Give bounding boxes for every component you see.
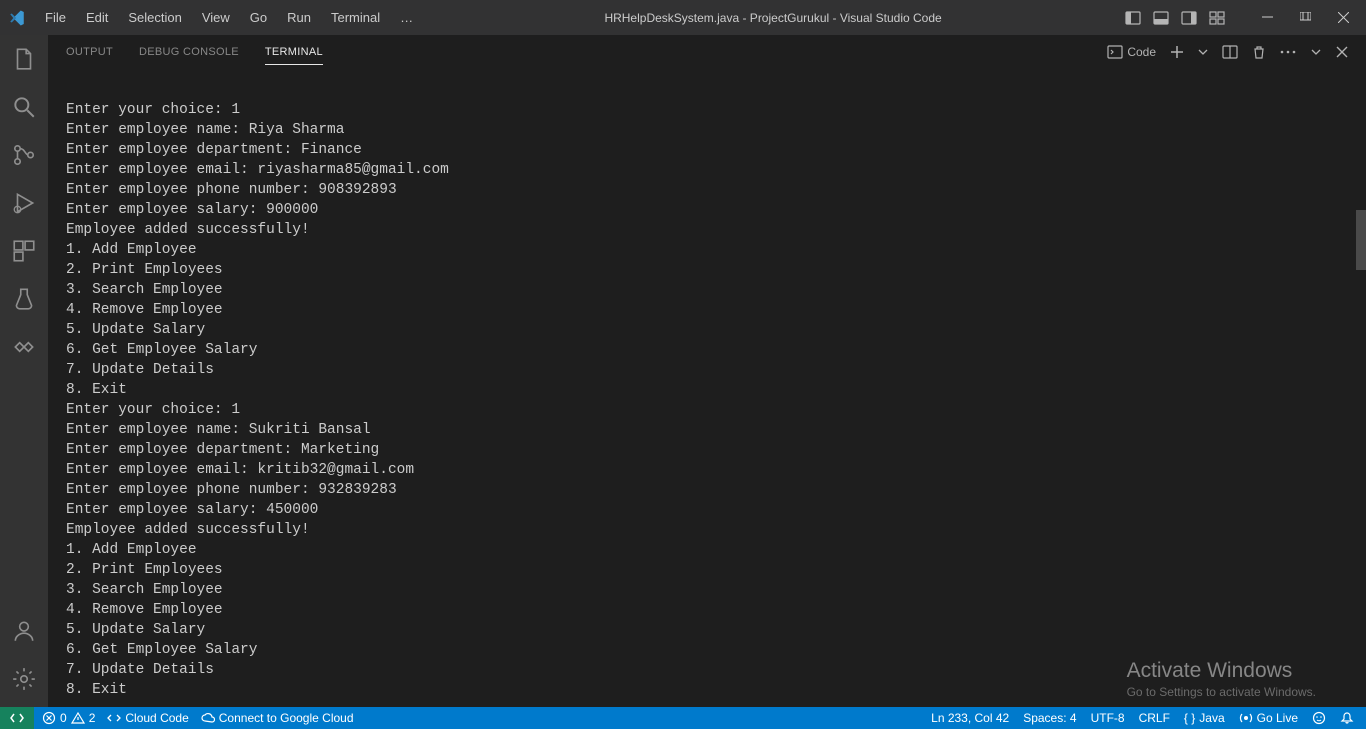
status-notifications-icon[interactable]: [1340, 711, 1354, 725]
layout-sidebar-left-icon[interactable]: [1124, 9, 1142, 27]
main-area: OUTPUT DEBUG CONSOLE TERMINAL Code Enter…: [0, 35, 1366, 707]
status-eol[interactable]: CRLF: [1139, 711, 1170, 725]
menu-view[interactable]: View: [193, 6, 239, 29]
layout-sidebar-right-icon[interactable]: [1180, 9, 1198, 27]
tab-terminal[interactable]: TERMINAL: [265, 40, 323, 65]
error-count: 0: [60, 711, 67, 725]
menu-run[interactable]: Run: [278, 6, 320, 29]
window-close-icon[interactable]: [1328, 3, 1358, 33]
menu-terminal[interactable]: Terminal: [322, 6, 389, 29]
explorer-icon[interactable]: [10, 45, 38, 73]
menu-go[interactable]: Go: [241, 6, 276, 29]
tab-output[interactable]: OUTPUT: [66, 40, 113, 64]
testing-icon[interactable]: [10, 285, 38, 313]
editor-area: OUTPUT DEBUG CONSOLE TERMINAL Code Enter…: [48, 35, 1366, 707]
kill-terminal-icon[interactable]: [1252, 45, 1266, 59]
accounts-icon[interactable]: [10, 617, 38, 645]
status-problems[interactable]: 0 2: [42, 711, 95, 725]
menu-selection[interactable]: Selection: [119, 6, 190, 29]
menu-edit[interactable]: Edit: [77, 6, 117, 29]
window-title: HRHelpDeskSystem.java - ProjectGurukul -…: [422, 11, 1124, 25]
scrollbar-thumb[interactable]: [1356, 210, 1366, 270]
panel-actions: Code: [1107, 44, 1348, 60]
cloud-code-label: Cloud Code: [125, 711, 188, 725]
more-actions-icon[interactable]: [1280, 50, 1296, 54]
search-icon[interactable]: [10, 93, 38, 121]
language-label: Java: [1199, 711, 1224, 725]
cloud-icon: [201, 711, 215, 725]
menu-bar: File Edit Selection View Go Run Terminal…: [36, 6, 422, 29]
activity-bar: [0, 35, 48, 707]
customize-layout-icon[interactable]: [1208, 9, 1226, 27]
window-maximize-icon[interactable]: [1290, 3, 1320, 33]
launch-profile-button[interactable]: Code: [1107, 44, 1156, 60]
layout-panel-bottom-icon[interactable]: [1152, 9, 1170, 27]
title-bar: File Edit Selection View Go Run Terminal…: [0, 0, 1366, 35]
split-terminal-icon[interactable]: [1222, 44, 1238, 60]
cloud-code-status-icon: [107, 711, 121, 725]
run-debug-icon[interactable]: [10, 189, 38, 217]
status-cursor-position[interactable]: Ln 233, Col 42: [931, 711, 1009, 725]
status-encoding[interactable]: UTF-8: [1091, 711, 1125, 725]
go-live-label: Go Live: [1257, 711, 1298, 725]
status-go-live[interactable]: Go Live: [1239, 711, 1298, 725]
settings-gear-icon[interactable]: [10, 665, 38, 693]
close-panel-icon[interactable]: [1336, 46, 1348, 58]
broadcast-icon: [1239, 711, 1253, 725]
terminal-content[interactable]: Enter your choice: 1 Enter employee name…: [48, 70, 1366, 707]
terminal-dropdown-icon[interactable]: [1198, 47, 1208, 57]
braces-icon: { }: [1184, 711, 1195, 725]
menu-file[interactable]: File: [36, 6, 75, 29]
window-controls: [1124, 3, 1358, 33]
status-indentation[interactable]: Spaces: 4: [1023, 711, 1076, 725]
panel-tabs: OUTPUT DEBUG CONSOLE TERMINAL Code: [48, 35, 1366, 70]
cloud-code-icon[interactable]: [10, 333, 38, 361]
status-language-mode[interactable]: { } Java: [1184, 711, 1225, 725]
menu-more[interactable]: …: [391, 6, 422, 29]
vscode-logo-icon: [8, 9, 26, 27]
new-terminal-icon[interactable]: [1170, 45, 1184, 59]
launch-profile-label: Code: [1127, 45, 1156, 59]
extensions-icon[interactable]: [10, 237, 38, 265]
window-minimize-icon[interactable]: [1252, 3, 1282, 33]
status-bar: 0 2 Cloud Code Connect to Google Cloud L…: [0, 707, 1366, 729]
status-cloud-code[interactable]: Cloud Code: [107, 711, 188, 725]
status-connect-gcloud[interactable]: Connect to Google Cloud: [201, 711, 354, 725]
error-icon: [42, 711, 56, 725]
warning-count: 2: [89, 711, 96, 725]
status-feedback-icon[interactable]: [1312, 711, 1326, 725]
source-control-icon[interactable]: [10, 141, 38, 169]
remote-indicator[interactable]: [0, 707, 34, 729]
chevron-up-icon[interactable]: [1310, 46, 1322, 58]
tab-debug-console[interactable]: DEBUG CONSOLE: [139, 40, 239, 64]
warning-icon: [71, 711, 85, 725]
connect-gcloud-label: Connect to Google Cloud: [219, 711, 354, 725]
